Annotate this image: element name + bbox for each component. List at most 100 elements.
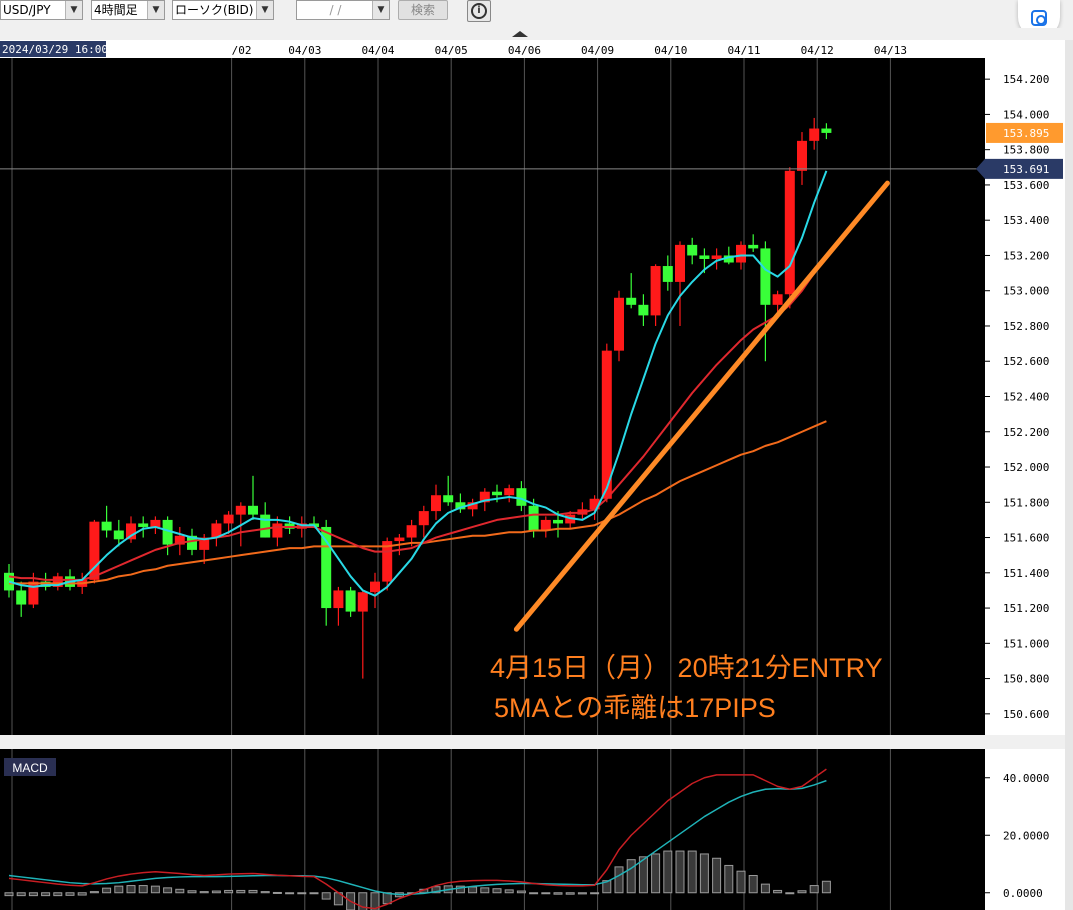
- date-tick-label: 04/03: [288, 44, 321, 57]
- candle-body: [736, 244, 746, 263]
- macd-histogram-bar: [236, 889, 246, 894]
- macd-histogram-bar: [785, 892, 795, 895]
- macd-histogram-bar: [724, 864, 734, 894]
- price-tick-label: 151.400: [1003, 567, 1049, 580]
- candle-body: [748, 244, 759, 249]
- price-tick-label: 151.200: [1003, 602, 1049, 615]
- macd-histogram-bar: [468, 886, 478, 894]
- date-tick-label: 04/11: [727, 44, 760, 57]
- price-tick-label: 151.600: [1003, 532, 1049, 545]
- candle-body: [797, 140, 807, 171]
- annotation-line-1: 4月15日（月） 20時21分ENTRY: [490, 653, 883, 683]
- macd-histogram-bar: [577, 892, 587, 895]
- main-plot-area: [0, 58, 985, 735]
- macd-histogram-bar: [138, 885, 148, 894]
- macd-histogram-bar: [748, 875, 758, 894]
- candle-body: [687, 244, 698, 256]
- candle-body: [699, 255, 710, 259]
- macd-histogram-bar: [321, 892, 331, 900]
- macd-histogram-bar: [4, 892, 14, 897]
- candle-body: [113, 530, 124, 540]
- macd-histogram-bar: [16, 892, 26, 897]
- price-tick-label: 152.200: [1003, 426, 1049, 439]
- macd-histogram-bar: [736, 870, 746, 894]
- macd-histogram-bar: [260, 891, 270, 894]
- macd-histogram-bar: [553, 892, 563, 895]
- macd-histogram-bar: [297, 892, 307, 895]
- macd-histogram-bar: [529, 892, 539, 895]
- macd-histogram-bar: [175, 888, 185, 894]
- macd-histogram-bar: [541, 892, 551, 895]
- candle-body: [223, 514, 234, 524]
- macd-histogram-bar: [187, 890, 197, 894]
- candle-body: [345, 590, 356, 612]
- candle-body: [443, 495, 454, 503]
- date-tick-label: 04/10: [654, 44, 687, 57]
- cursor-date-label: 2024/03/29 16:00: [2, 43, 108, 56]
- scrollbar[interactable]: [1065, 40, 1073, 910]
- candle-body: [540, 519, 551, 531]
- candle-body: [370, 581, 380, 593]
- macd-histogram-bar: [126, 885, 136, 894]
- candle-body: [662, 266, 673, 282]
- price-tick-label: 150.800: [1003, 673, 1049, 686]
- macd-histogram-bar: [28, 892, 38, 897]
- macd-histogram-bar: [626, 859, 636, 894]
- candle-body: [357, 592, 368, 612]
- macd-histogram-bar: [590, 892, 600, 895]
- macd-histogram-bar: [114, 885, 124, 894]
- candle-body: [516, 488, 527, 506]
- macd-histogram-bar: [480, 887, 490, 894]
- macd-histogram-bar: [809, 885, 819, 894]
- price-tick-label: 150.600: [1003, 708, 1049, 721]
- macd-histogram-bar: [224, 889, 234, 894]
- candle-body: [614, 297, 624, 351]
- candle-body: [675, 244, 685, 282]
- price-tick-label: 152.800: [1003, 320, 1049, 333]
- macd-histogram-bar: [651, 853, 661, 894]
- candle-body: [492, 491, 502, 496]
- date-tick-label: 04/05: [435, 44, 468, 57]
- candle-body: [321, 526, 332, 609]
- price-tick-label: 154.200: [1003, 73, 1049, 86]
- date-tick-label: /02: [232, 44, 252, 57]
- candle-body: [528, 505, 539, 531]
- date-tick-label: 04/09: [581, 44, 614, 57]
- candle-body: [260, 514, 271, 538]
- date-tick-label: 04/13: [874, 44, 907, 57]
- candle-body: [638, 304, 649, 316]
- macd-histogram-bar: [77, 892, 87, 896]
- price-tick-label: 153.000: [1003, 285, 1049, 298]
- pane-divider[interactable]: [0, 735, 1065, 749]
- macd-histogram-bar: [65, 892, 75, 896]
- price-chart: 2024/03/29 16:00/02 04/03 04/04 04/05 04/06 0…: [0, 28, 1073, 910]
- date-tick-label: 04/04: [361, 44, 394, 57]
- macd-label: MACD: [12, 761, 48, 775]
- macd-histogram-bar: [150, 885, 160, 894]
- date-tick-label: 04/06: [508, 44, 541, 57]
- candle-body: [406, 525, 417, 538]
- macd-histogram-bar: [309, 892, 319, 895]
- candle-body: [650, 266, 661, 316]
- macd-histogram-bar: [211, 890, 221, 894]
- macd-histogram-bar: [504, 889, 514, 894]
- macd-tick-label: 20.0000: [1003, 829, 1049, 842]
- candle-body: [235, 505, 246, 515]
- macd-histogram-bar: [272, 891, 282, 894]
- macd-histogram-bar: [516, 890, 526, 894]
- macd-histogram-bar: [821, 880, 831, 894]
- candle-body: [248, 505, 258, 515]
- candle-body: [626, 297, 637, 305]
- candle-body: [333, 590, 344, 609]
- candle-body: [504, 488, 515, 496]
- macd-tick-label: 40.0000: [1003, 772, 1049, 785]
- macd-histogram-bar: [797, 890, 807, 894]
- macd-tick-label: 0.0000: [1003, 887, 1043, 900]
- price-tick-label: 153.800: [1003, 144, 1049, 157]
- macd-histogram-bar: [492, 888, 502, 894]
- candle-body: [809, 128, 820, 141]
- macd-histogram-bar: [53, 892, 63, 897]
- macd-histogram-bar: [285, 892, 295, 895]
- price-tick-label: 152.400: [1003, 391, 1049, 404]
- macd-histogram-bar: [199, 891, 209, 894]
